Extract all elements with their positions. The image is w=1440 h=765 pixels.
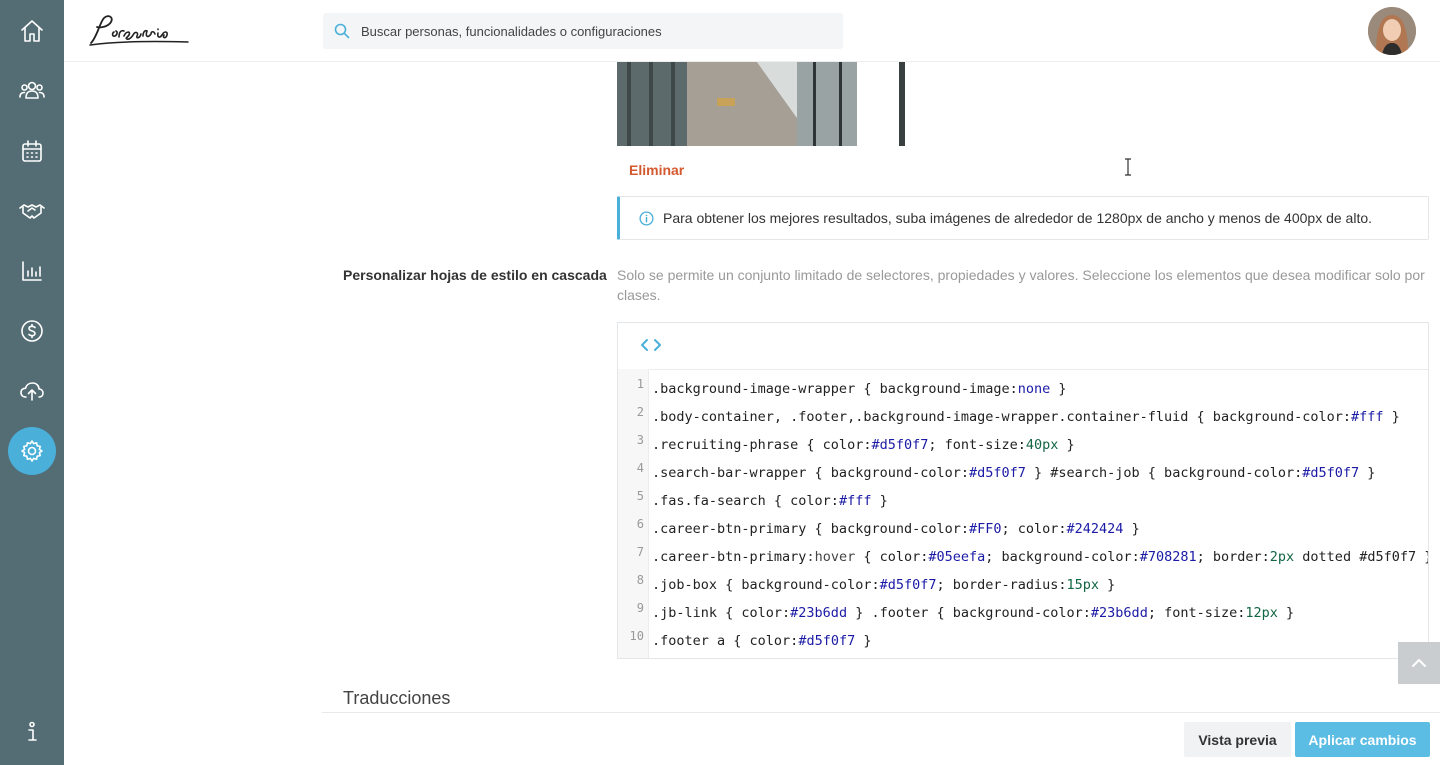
line-number: 3 (636, 433, 644, 447)
code-line[interactable]: .footer a { color:#d5f0f7 } (652, 627, 1428, 655)
code-line[interactable]: .job-box { background-color:#d5f0f7; bor… (652, 571, 1428, 599)
info-icon (28, 721, 37, 741)
active-indicator (8, 427, 56, 475)
dollar-icon (21, 320, 43, 342)
code-line[interactable]: .recruiting-phrase { color:#d5f0f7; font… (652, 431, 1428, 459)
line-number: 8 (636, 573, 644, 587)
nav-home[interactable] (0, 7, 64, 55)
nav-people[interactable] (0, 66, 64, 114)
line-number: 9 (636, 601, 644, 615)
text-cursor-icon (1125, 158, 1131, 176)
global-search[interactable] (323, 13, 843, 49)
nav-recruiting[interactable] (0, 187, 64, 235)
info-circle-icon (639, 210, 654, 226)
cloud-upload-icon (20, 382, 44, 401)
scroll-to-top-button[interactable] (1398, 642, 1440, 684)
line-number: 6 (636, 517, 644, 531)
search-icon (334, 23, 350, 39)
code-line[interactable]: .jb-link { color:#23b6dd } .footer { bac… (652, 599, 1428, 627)
gear-icon (21, 440, 43, 462)
line-number: 2 (636, 405, 644, 419)
nav-payroll[interactable] (0, 307, 64, 355)
delete-image-link[interactable]: Eliminar (629, 162, 684, 178)
user-avatar[interactable] (1368, 7, 1416, 55)
code-line[interactable]: .fas.fa-search { color:#fff } (652, 487, 1428, 515)
code-line[interactable]: .search-bar-wrapper { background-color:#… (652, 459, 1428, 487)
custom-css-description: Solo se permite un conjunto limitado de … (617, 267, 1425, 303)
background-image-preview (617, 62, 917, 146)
line-number: 5 (636, 489, 644, 503)
handshake-icon (19, 204, 45, 219)
line-number: 10 (629, 629, 644, 643)
apply-changes-button[interactable]: Aplicar cambios (1295, 722, 1430, 757)
code-line[interactable]: .background-image-wrapper { background-i… (652, 375, 1428, 403)
line-number: 4 (636, 461, 644, 475)
chart-icon (22, 261, 42, 281)
custom-css-label: Personalizar hojas de estilo en cascada (343, 267, 607, 283)
nav-reports[interactable] (0, 247, 64, 295)
preview-button[interactable]: Vista previa (1184, 722, 1291, 757)
line-number-gutter: 1 2 3 4 5 6 7 8 9 10 (618, 369, 649, 658)
nav-settings[interactable] (0, 427, 64, 475)
top-header (64, 0, 1440, 62)
search-input[interactable] (361, 23, 821, 39)
info-text: Para obtener los mejores resultados, sub… (663, 210, 1373, 226)
editor-toolbar (618, 323, 1428, 367)
translations-heading: Traducciones (343, 688, 451, 708)
home-icon (21, 20, 43, 42)
nav-upload[interactable] (0, 367, 64, 415)
code-icon[interactable] (640, 337, 662, 353)
action-footer: Vista previa Aplicar cambios (322, 712, 1440, 765)
code-line[interactable]: .body-container, .footer,.background-ima… (652, 403, 1428, 431)
nav-calendar[interactable] (0, 127, 64, 175)
avatar-photo (1368, 7, 1416, 55)
people-icon (19, 81, 45, 99)
sidebar (0, 0, 64, 765)
personio-logo (89, 15, 189, 46)
nav-info[interactable] (0, 708, 64, 756)
code-line[interactable]: .career-btn-primary:hover { color:#05eef… (652, 543, 1428, 571)
line-number: 1 (636, 377, 644, 391)
chevron-up-icon (1412, 659, 1426, 667)
line-number: 7 (636, 545, 644, 559)
main-content: Eliminar Para obtener los mejores result… (322, 62, 1440, 712)
css-code-editor[interactable]: 1 2 3 4 5 6 7 8 9 10 .background-image-w… (617, 322, 1429, 659)
image-size-info-box: Para obtener los mejores resultados, sub… (617, 196, 1429, 240)
code-area[interactable]: .background-image-wrapper { background-i… (650, 369, 1428, 658)
calendar-icon (22, 140, 42, 162)
code-line[interactable]: .career-btn-primary { background-color:#… (652, 515, 1428, 543)
editor-body[interactable]: 1 2 3 4 5 6 7 8 9 10 .background-image-w… (618, 369, 1428, 658)
